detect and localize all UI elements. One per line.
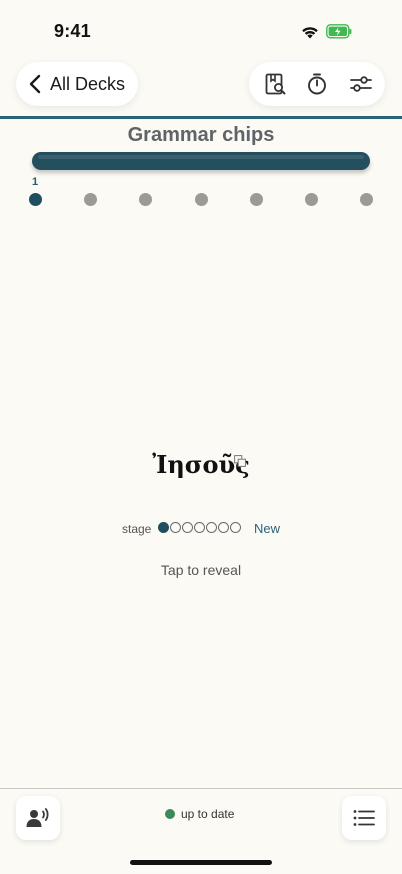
wifi-icon (302, 27, 318, 39)
stage-dot (158, 522, 169, 533)
copy-icon[interactable] (234, 455, 246, 467)
step-dot[interactable] (360, 193, 374, 206)
stage-dot (170, 522, 181, 533)
sync-status-dot (165, 809, 175, 819)
toolbar-group (249, 62, 385, 106)
card-list-button[interactable] (342, 796, 386, 840)
step-dot[interactable] (305, 193, 318, 206)
stage-dot (218, 522, 229, 533)
speaker-person-icon (26, 808, 49, 827)
header-divider (0, 116, 402, 119)
stage-dot (230, 522, 241, 533)
back-button-label: All Decks (50, 73, 126, 94)
tap-to-reveal-hint[interactable]: Tap to reveal (0, 562, 402, 578)
timer-icon[interactable] (305, 72, 329, 96)
sync-status-text: up to date (181, 807, 235, 821)
deck-title: Grammar chips (127, 124, 275, 146)
bookmark-search-icon[interactable] (263, 72, 287, 96)
step-dot[interactable] (194, 193, 208, 206)
deck-progress-bar (32, 152, 370, 170)
card-term[interactable]: Ἰησοῦς (0, 450, 402, 479)
step-dot[interactable] (249, 193, 263, 206)
back-button[interactable]: All Decks (16, 62, 138, 106)
step-dot[interactable] (29, 193, 42, 206)
stage-indicator (158, 522, 241, 533)
status-time: 9:41 (54, 21, 91, 41)
step-dot[interactable] (84, 193, 98, 206)
stage-status: New (254, 521, 281, 536)
chevron-left-icon (29, 74, 41, 94)
battery-icon (326, 24, 352, 39)
stage-dot (182, 522, 193, 533)
sliders-icon[interactable] (349, 72, 373, 96)
current-step-number: 1 (31, 176, 39, 188)
stage-label: stage (122, 522, 152, 536)
speak-button[interactable] (16, 796, 60, 840)
home-indicator (130, 860, 272, 865)
stage-dot (206, 522, 217, 533)
stage-dot (194, 522, 205, 533)
step-dot[interactable] (139, 193, 153, 206)
footer-divider (0, 788, 402, 789)
list-icon (353, 810, 375, 826)
